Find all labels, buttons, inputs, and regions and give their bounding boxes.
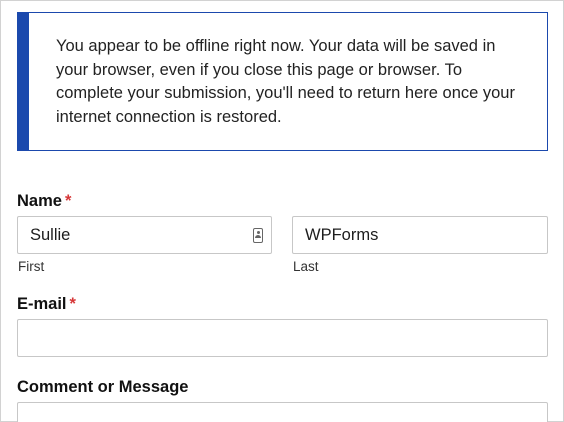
last-name-input[interactable]: WPForms xyxy=(292,216,548,254)
offline-notice-message: You appear to be offline right now. Your… xyxy=(56,37,515,126)
name-required-mark: * xyxy=(64,192,72,210)
name-label-text: Name xyxy=(17,192,62,210)
last-name-value: WPForms xyxy=(305,226,379,244)
email-label-text: E-mail xyxy=(17,295,67,313)
comment-label-text: Comment or Message xyxy=(17,378,189,396)
email-label: E-mail * xyxy=(17,295,76,314)
email-input[interactable] xyxy=(17,319,548,357)
comment-textarea[interactable] xyxy=(17,402,548,422)
email-required-mark: * xyxy=(69,295,76,313)
last-name-sublabel: Last xyxy=(293,259,319,274)
first-name-value: Sullie xyxy=(30,226,71,244)
contact-card-icon[interactable] xyxy=(253,228,263,243)
first-name-sublabel: First xyxy=(18,259,45,274)
offline-notice: You appear to be offline right now. Your… xyxy=(17,12,548,151)
first-name-input[interactable]: Sullie xyxy=(17,216,272,254)
comment-label: Comment or Message xyxy=(17,378,188,397)
name-label: Name * xyxy=(17,192,71,211)
